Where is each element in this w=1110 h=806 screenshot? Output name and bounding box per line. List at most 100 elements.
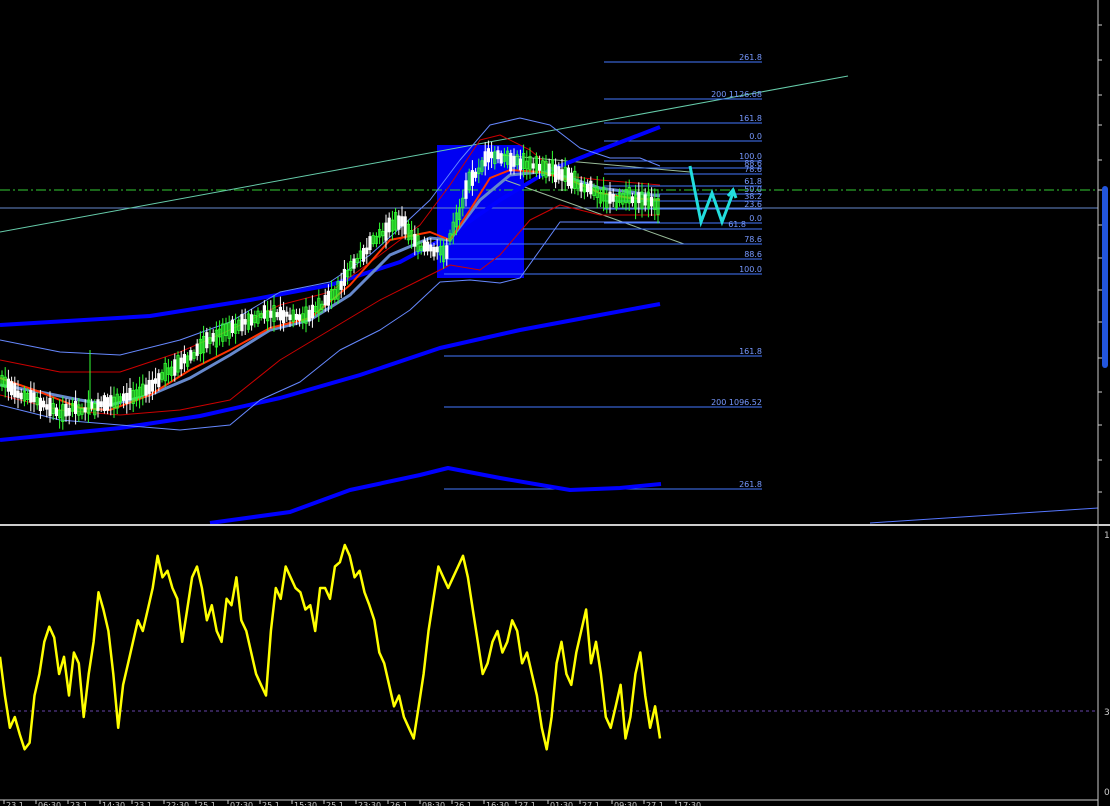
right-axis-label-top: 1 [1104,531,1110,541]
candle-body [586,183,590,193]
time-axis-label: 23.1 [6,801,24,806]
candle-body [643,194,647,206]
candle-body [189,350,193,361]
candle-body [179,357,183,370]
candle-body [45,404,49,410]
fib-lower-label: 161.8 [739,347,762,356]
candle-body [326,290,331,306]
candle-body [387,217,391,233]
candle-body [16,390,20,398]
candle-body [650,196,654,207]
fib-upper-label: 0.0 [749,214,762,223]
candle-body [432,246,436,257]
candle-body [102,395,106,412]
candle-body [486,148,491,163]
candle-body [323,295,327,306]
candle-body [400,216,404,227]
candle-body [74,400,78,414]
candle-body [403,216,407,235]
candle-body [294,313,299,320]
candle-body [445,245,449,259]
candle-body [512,156,516,167]
candle-body [153,378,158,384]
time-axis-label: 01:30 [550,801,573,806]
candle-body [435,246,439,253]
candle-body [422,240,427,252]
time-axis-label: 14:30 [102,801,125,806]
candle-body [32,392,36,403]
fib-upper-label: 200 1126.68 [711,90,762,99]
time-axis-label: 27.1 [646,801,664,806]
candle-body [205,332,209,349]
candle-body [275,312,279,318]
time-axis-label: 25.1 [326,801,344,806]
candle-body [307,309,311,322]
right-axis-label-mid: 3 [1104,708,1110,718]
time-axis-label: 25.1 [262,801,280,806]
candle-body [496,150,500,160]
candle-body [64,403,68,417]
candle-body [83,407,87,413]
candle-body [538,163,542,171]
candle-body [173,359,177,376]
candle-body [368,236,372,251]
time-axis-label: 27.1 [518,801,536,806]
time-axis-label: 15:30 [294,801,317,806]
candle-body [611,193,615,202]
candle-body [499,153,503,164]
time-axis-label: 16:30 [486,801,509,806]
candle-body [144,384,148,396]
candle-body [285,311,289,317]
candle-body [342,268,347,286]
time-axis-label: 08:30 [422,801,445,806]
candle-body [339,280,343,290]
candle-body [281,310,286,324]
candle-body [637,192,641,204]
candle-body [67,407,71,416]
fib-upper-label: 261.8 [739,53,762,62]
candle-body [608,191,612,204]
time-axis-label: 23.1 [134,801,152,806]
candle-body [429,244,433,252]
candle-body [425,241,430,252]
time-axis-label: 09:30 [614,801,637,806]
candle-body [195,343,199,356]
time-axis-label: 22:30 [166,801,189,806]
fib-lower-label: 261.8 [739,480,762,489]
fib-upper-label: 161.8 [739,114,762,123]
time-axis-label: 23.1 [70,801,88,806]
candle-body [147,379,151,394]
candle-body [547,163,551,177]
fib-lower-label: 78.6 [744,235,762,244]
candle-body [413,234,417,247]
candle-body [518,158,523,171]
candle-body [464,180,468,199]
candle-body [38,397,43,412]
right-axis-label-bottom: 0 [1104,788,1110,798]
fib-upper-label: 78.6 [744,165,762,174]
candle-body [483,151,487,167]
candle-body [560,169,564,181]
candle-body [509,152,513,172]
candle-body [54,407,59,417]
trading-chart[interactable]: 261.8200 1126.68161.80.0100.088.678.661.… [0,0,1110,806]
candle-body [211,332,215,342]
candle-body [13,383,17,398]
candle-body [29,390,33,403]
candle-body [361,248,366,262]
fib-upper-label: 0.0 [749,132,762,141]
candle-body [352,258,356,269]
candle-body [297,314,302,321]
candle-body [554,164,558,183]
candle-body [150,379,154,392]
candle-body [96,399,100,411]
candle-body [157,373,161,388]
candle-body [397,215,401,230]
time-axis-label: 26.1 [454,801,472,806]
candle-body [557,166,561,180]
price-scroll-indicator[interactable] [1102,186,1108,368]
fib-lower-label: 88.6 [744,250,762,259]
candle-body [106,397,110,411]
candle-body [288,314,292,321]
candle-body [128,387,132,401]
